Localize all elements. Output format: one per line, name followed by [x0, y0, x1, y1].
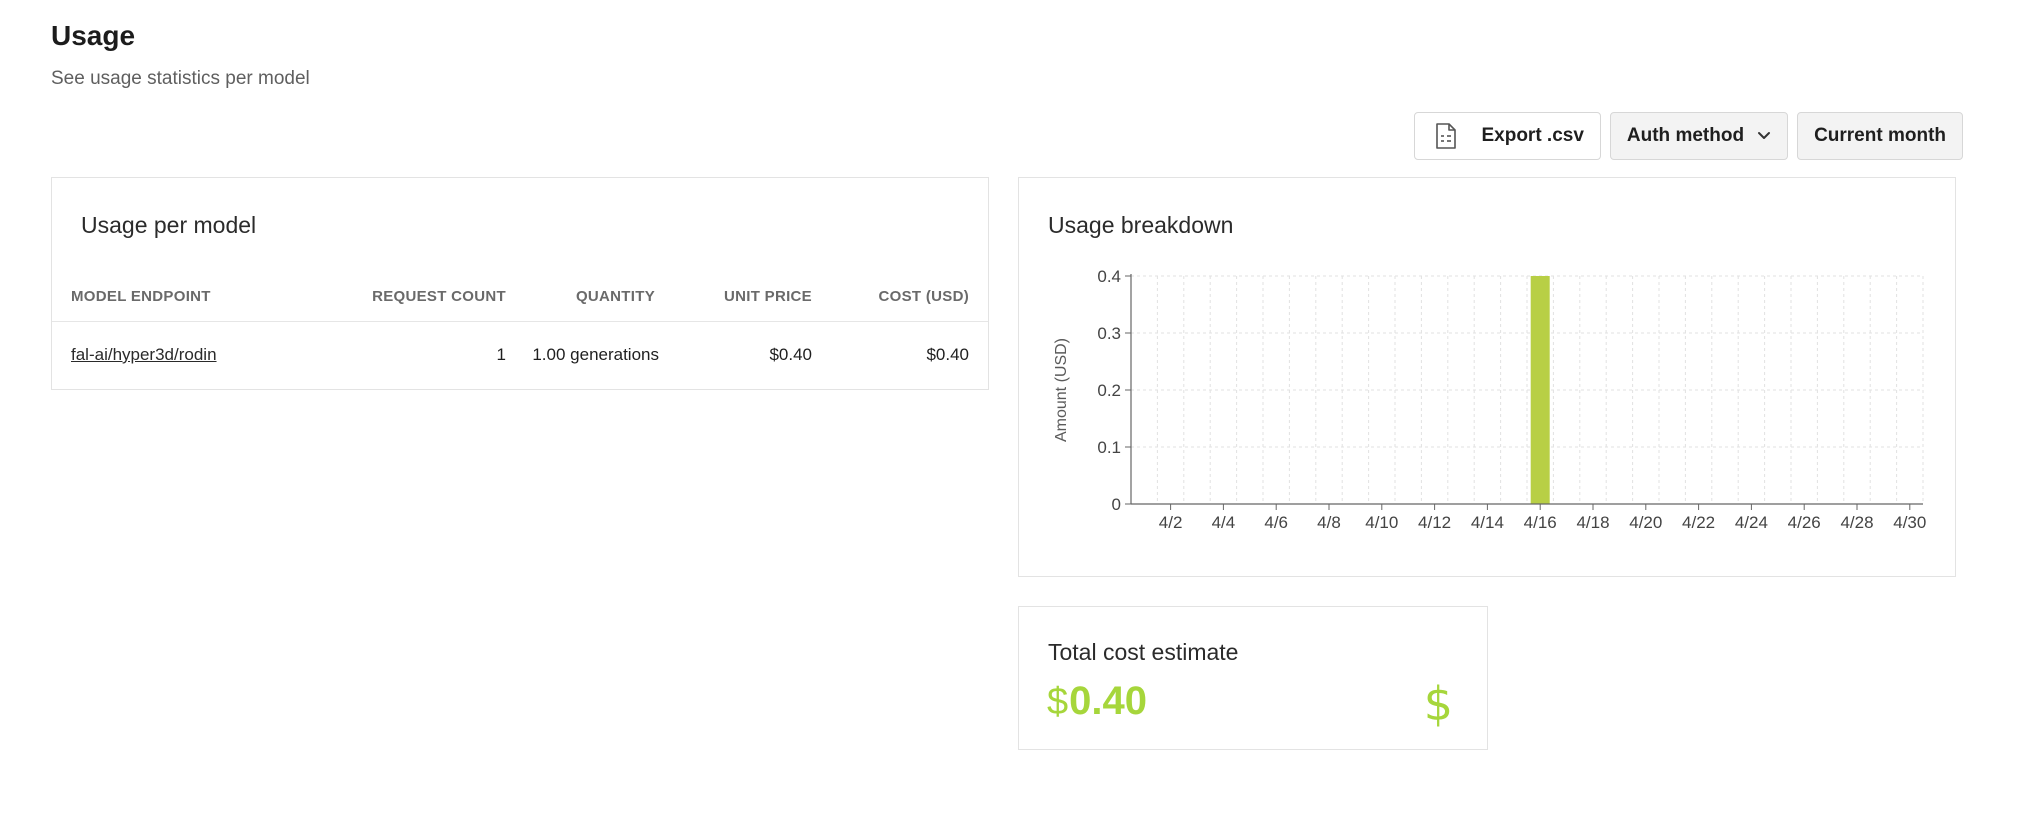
- page-title: Usage: [51, 20, 136, 51]
- total-amount: 0.40: [1069, 679, 1147, 723]
- page-subtitle: See usage statistics per model: [51, 68, 310, 89]
- dollar-icon: $: [1423, 677, 1453, 731]
- x-tick-label: 4/4: [1212, 513, 1236, 532]
- bar: [1530, 276, 1550, 504]
- auth-method-dropdown[interactable]: Auth method: [1609, 112, 1789, 160]
- x-tick-label: 4/24: [1735, 513, 1768, 532]
- export-csv-button[interactable]: Export .csv: [1414, 112, 1601, 160]
- current-month-button[interactable]: Current month: [1797, 112, 1963, 160]
- x-tick-label: 4/8: [1317, 513, 1341, 532]
- col-unit-price: UNIT PRICE: [723, 288, 812, 305]
- x-tick-label: 4/12: [1418, 513, 1451, 532]
- x-tick-label: 4/30: [1893, 513, 1926, 532]
- file-spreadsheet-icon: [1436, 123, 1457, 149]
- y-tick-label: 0.4: [1097, 267, 1121, 286]
- y-tick-label: 0.1: [1097, 438, 1121, 457]
- x-tick-label: 4/20: [1629, 513, 1662, 532]
- col-request-count: REQUEST COUNT: [372, 288, 506, 305]
- x-tick-label: 4/22: [1682, 513, 1715, 532]
- total-currency: $: [1047, 681, 1069, 723]
- x-tick-label: 4/14: [1471, 513, 1504, 532]
- col-model-endpoint: MODEL ENDPOINT: [71, 288, 211, 305]
- total-cost-card: Total cost estimate $ 0.40 $: [1018, 606, 1488, 750]
- current-month-label: Current month: [1814, 125, 1946, 146]
- x-tick-label: 4/16: [1524, 513, 1557, 532]
- x-tick-label: 4/10: [1365, 513, 1398, 532]
- usage-per-model-card: Usage per model MODEL ENDPOINT REQUEST C…: [51, 177, 989, 390]
- table-header: MODEL ENDPOINT REQUEST COUNT QUANTITY UN…: [52, 286, 988, 322]
- x-tick-label: 4/2: [1159, 513, 1183, 532]
- usage-per-model-title: Usage per model: [81, 212, 257, 238]
- x-tick-label: 4/6: [1264, 513, 1288, 532]
- export-csv-label: Export .csv: [1481, 125, 1584, 146]
- usage-breakdown-card: Usage breakdown 0 0.1 0.2 0.3 0.4 4/2 4/4 4/6 4/…: [1018, 177, 1956, 577]
- total-cost-value: $ 0.40: [1047, 679, 1147, 724]
- y-tick-label: 0: [1112, 495, 1121, 514]
- chevron-down-icon: [1758, 132, 1771, 139]
- table-row: fal-ai/hyper3d/rodin 1 1.00 generations …: [52, 323, 988, 389]
- y-tick-label: 0.3: [1097, 324, 1121, 343]
- request-count-cell: 1: [496, 345, 506, 364]
- x-tick-label: 4/26: [1788, 513, 1821, 532]
- quantity-cell: 1.00 generations: [532, 345, 659, 364]
- y-axis-label: Amount (USD): [1053, 338, 1070, 442]
- usage-breakdown-chart: 0 0.1 0.2 0.3 0.4 4/2 4/4 4/6 4/8 4/10 4/12 4/14 4/1…: [1053, 267, 1926, 532]
- x-tick-label: 4/28: [1840, 513, 1873, 532]
- cost-cell: $0.40: [926, 345, 969, 364]
- x-tick-label: 4/18: [1576, 513, 1609, 532]
- toolbar: Export .csv Auth method Current month: [1414, 112, 1963, 160]
- col-quantity: QUANTITY: [575, 288, 655, 305]
- col-cost: COST (USD): [878, 288, 969, 305]
- total-cost-title: Total cost estimate: [1048, 639, 1239, 665]
- y-tick-label: 0.2: [1097, 381, 1121, 400]
- unit-price-cell: $0.40: [769, 345, 812, 364]
- model-endpoint-link[interactable]: fal-ai/hyper3d/rodin: [71, 345, 217, 365]
- auth-method-label: Auth method: [1626, 125, 1745, 146]
